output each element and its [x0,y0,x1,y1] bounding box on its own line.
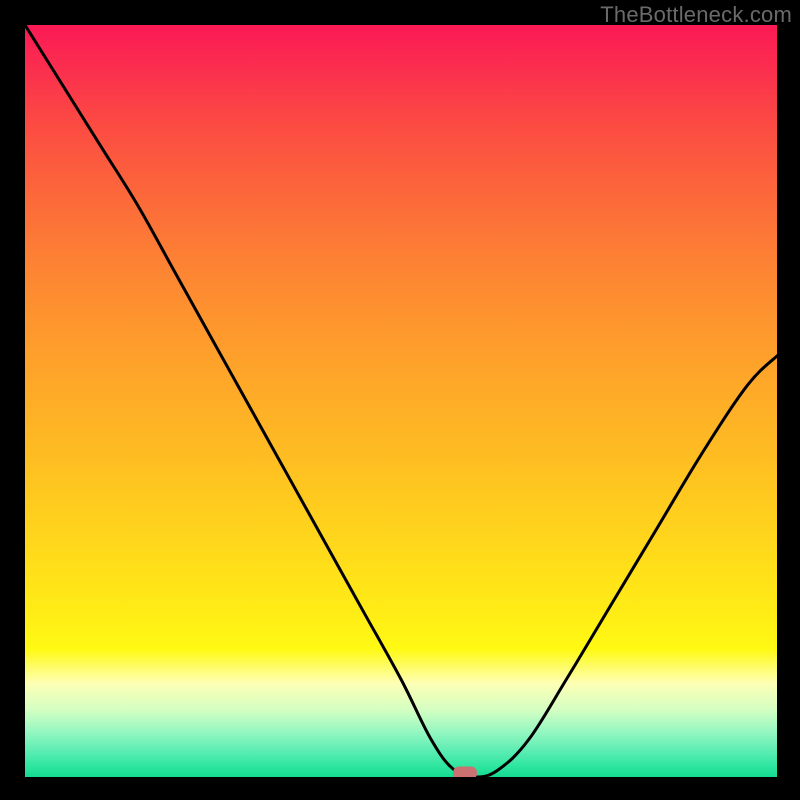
plot-area [25,25,777,777]
watermark-text: TheBottleneck.com [600,2,792,28]
bottleneck-curve [25,25,777,777]
curve-svg [25,25,777,777]
optimum-marker [453,767,477,778]
chart-frame: TheBottleneck.com [0,0,800,800]
